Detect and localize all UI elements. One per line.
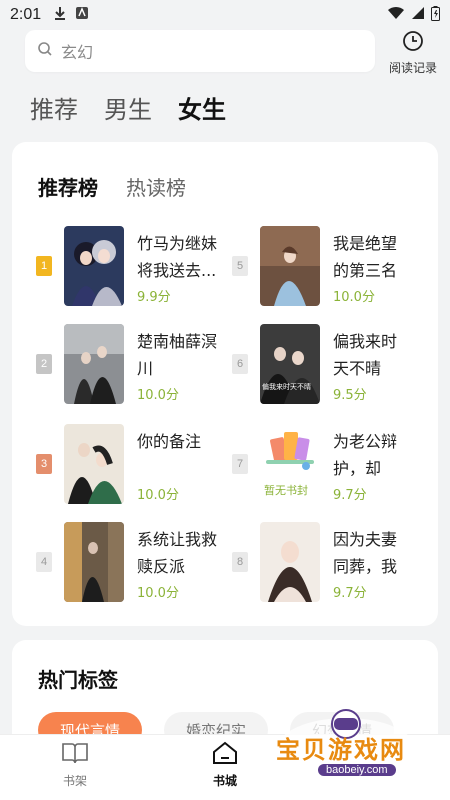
book-title: 我是绝望的第三名 xyxy=(333,234,398,280)
ranking-item[interactable]: 8 因为夫妻同葬，我跟... 9.7分 xyxy=(208,522,408,604)
clock-icon xyxy=(402,30,424,56)
tab-male[interactable]: 男生 xyxy=(104,90,152,125)
book-cover[interactable] xyxy=(260,226,320,306)
book-score: 9.9分 xyxy=(137,290,171,305)
book-cover[interactable] xyxy=(64,522,124,602)
ranking-item[interactable]: 1 竹马为继妹将我送去... 9.9分 xyxy=(12,226,217,308)
book-score: 10.0分 xyxy=(137,388,179,403)
ranking-item[interactable]: 3 你的备注 10.0分 xyxy=(12,424,212,506)
book-title: 偏我来时天不晴 xyxy=(333,332,398,378)
book-score: 10.0分 xyxy=(333,290,375,305)
tab-hot-read-rank[interactable]: 热读榜 xyxy=(126,172,186,201)
signal-icon xyxy=(411,6,425,24)
book-score: 9.7分 xyxy=(333,488,367,503)
no-cover-text: 暂无书封 xyxy=(264,484,308,497)
watermark-logo: 宝贝游戏网 baobeiy.com xyxy=(268,708,438,792)
search-bar[interactable]: 玄幻 xyxy=(25,30,375,72)
rank-badge: 6 xyxy=(232,354,248,374)
watermark-url: baobeiy.com xyxy=(318,764,396,776)
ranking-item[interactable]: 6 偏我来时天不晴 偏我来时天不晴 9.5分 xyxy=(208,324,408,406)
status-time: 2:01 xyxy=(10,6,42,23)
battery-icon xyxy=(431,5,440,25)
status-bar: 2:01 xyxy=(0,0,450,30)
ranking-item[interactable]: 7 暂无书封 为老公辩护，却在... 9.7分 xyxy=(208,424,408,506)
ranking-item[interactable]: 2 楚南柚薛溟川 10.0分 xyxy=(12,324,217,406)
no-cover-icon xyxy=(266,432,314,470)
nav-bookshelf-label: 书架 xyxy=(62,774,87,788)
rank-badge: 5 xyxy=(232,256,248,276)
download-icon xyxy=(53,6,67,24)
book-cover[interactable] xyxy=(64,226,124,306)
rank-badge: 2 xyxy=(36,354,52,374)
rank-badge: 8 xyxy=(232,552,248,572)
rank-badge: 4 xyxy=(36,552,52,572)
book-score: 10.0分 xyxy=(137,586,179,601)
rank-badge: 3 xyxy=(36,454,52,474)
ranking-item[interactable]: 4 系统让我救赎反派 10.0分 xyxy=(12,522,217,604)
book-cover[interactable]: 偏我来时天不晴 xyxy=(260,324,320,404)
home-icon xyxy=(211,741,239,769)
search-icon xyxy=(37,41,53,61)
book-score: 9.5分 xyxy=(333,388,367,403)
rank-badge: 1 xyxy=(36,256,52,276)
book-cover-placeholder[interactable]: 暂无书封 xyxy=(260,424,320,504)
rank-badge: 7 xyxy=(232,454,248,474)
nav-bookshelf[interactable]: 书架 xyxy=(45,741,105,789)
tab-female[interactable]: 女生 xyxy=(178,90,226,125)
search-input[interactable]: 玄幻 xyxy=(61,39,93,63)
watermark-text: 宝贝游戏网 xyxy=(276,736,406,764)
app-notification-icon xyxy=(75,6,89,24)
tab-recommend[interactable]: 推荐 xyxy=(30,90,78,125)
book-title: 因为夫妻同葬，我跟... xyxy=(333,530,398,576)
book-cover[interactable] xyxy=(64,424,124,504)
tab-recommend-rank[interactable]: 推荐榜 xyxy=(38,172,98,201)
nav-bookstore[interactable]: 书城 xyxy=(195,741,255,789)
book-title: 为老公辩护，却在... xyxy=(333,432,398,478)
ranking-card: 推荐榜 热读榜 1 竹马为继妹将我送去... 9.9分 2 楚南柚薛溟川 10.… xyxy=(12,142,438,626)
wifi-icon xyxy=(387,6,405,24)
cover-title-text: 偏我来时天不晴 xyxy=(262,383,311,391)
ranking-item[interactable]: 5 我是绝望的第三名 10.0分 xyxy=(208,226,408,308)
reading-history-label: 阅读记录 xyxy=(388,61,437,75)
book-cover[interactable] xyxy=(64,324,124,404)
reading-history-button[interactable]: 阅读记录 xyxy=(383,30,443,75)
nav-bookstore-label: 书城 xyxy=(212,774,237,788)
book-icon xyxy=(61,741,89,769)
hot-tags-title: 热门标签 xyxy=(38,668,118,692)
book-cover[interactable] xyxy=(260,522,320,602)
book-score: 9.7分 xyxy=(333,586,367,601)
channel-tabs: 推荐 男生 女生 xyxy=(30,90,226,125)
book-score: 10.0分 xyxy=(137,488,179,503)
ranking-tabs: 推荐榜 热读榜 xyxy=(38,172,186,201)
